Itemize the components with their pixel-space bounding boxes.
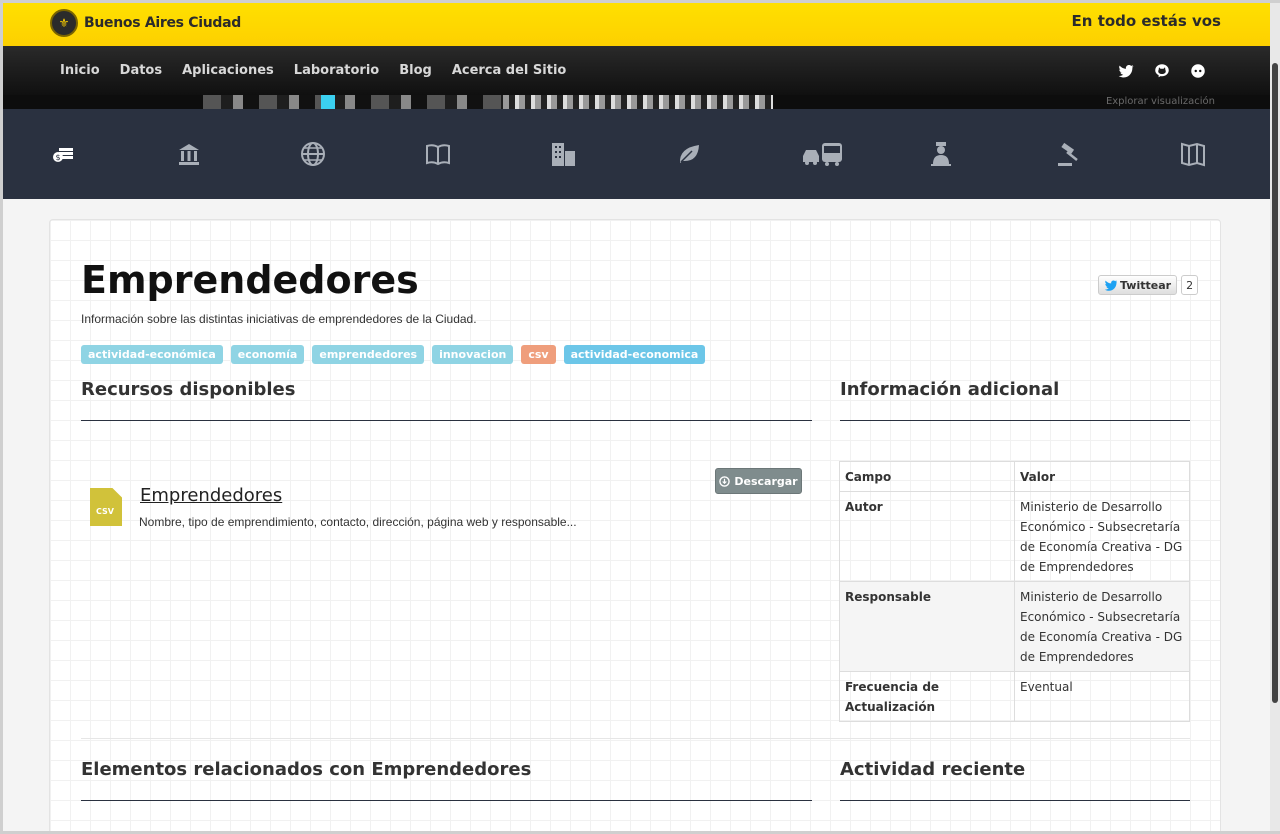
tweet-button[interactable]: Twittear — [1098, 275, 1178, 295]
visualization-banner[interactable]: Explorar visualización — [3, 95, 1270, 109]
tweet-widget: Twittear 2 — [1098, 275, 1199, 295]
nav-item-datos[interactable]: Datos — [110, 46, 172, 95]
nav-item-inicio[interactable]: Inicio — [50, 46, 110, 95]
chat-icon[interactable] — [1189, 62, 1207, 80]
top-header: ⚜ Buenos Aires Ciudad En todo estás vos — [3, 3, 1270, 46]
explore-link[interactable]: Explorar visualización — [1106, 95, 1215, 109]
additional-info-heading: Información adicional — [840, 379, 1060, 400]
field-name: Autor — [839, 491, 1015, 582]
section-separator — [81, 738, 1190, 739]
resource-description: Nombre, tipo de emprendimiento, contacto… — [139, 515, 577, 529]
city-seal-icon: ⚜ — [50, 9, 78, 37]
field-name: Frecuencia de Actualización — [839, 671, 1015, 722]
tweet-label: Twittear — [1120, 278, 1172, 292]
scrollbar-thumb[interactable] — [1272, 63, 1278, 703]
category-bar: $ — [3, 109, 1270, 199]
tag-item[interactable]: innovacion — [432, 345, 514, 364]
site-logo[interactable]: ⚜ Buenos Aires Ciudad — [50, 9, 241, 37]
health-icon[interactable] — [927, 140, 955, 168]
section-divider — [81, 420, 812, 421]
field-name: Responsable — [839, 581, 1015, 672]
nav-item-blog[interactable]: Blog — [389, 46, 442, 95]
download-label: Descargar — [734, 474, 798, 488]
table-row: Frecuencia de Actualización Eventual — [839, 671, 1190, 722]
justice-icon[interactable] — [1055, 140, 1083, 168]
additional-info-table: Campo Valor Autor Ministerio de Desarrol… — [839, 461, 1190, 722]
activity-heading: Actividad reciente — [840, 759, 1026, 780]
field-value: Ministerio de Desarrollo Económico - Sub… — [1014, 581, 1190, 672]
main-nav: Inicio Datos Aplicaciones Laboratorio Bl… — [3, 46, 1270, 95]
education-icon[interactable] — [424, 140, 452, 168]
tag-item[interactable]: emprendedores — [312, 345, 425, 364]
github-icon[interactable] — [1153, 62, 1171, 80]
environment-icon[interactable] — [675, 140, 703, 168]
table-header-row: Campo Valor — [839, 461, 1190, 492]
resources-heading: Recursos disponibles — [81, 379, 296, 400]
twitter-icon[interactable] — [1117, 62, 1135, 80]
nav-item-laboratorio[interactable]: Laboratorio — [284, 46, 389, 95]
transport-icon[interactable] — [801, 140, 845, 168]
tag-item[interactable]: actividad-economica — [563, 345, 706, 364]
economy-icon[interactable]: $ — [51, 140, 79, 168]
tag-item[interactable]: economía — [230, 345, 305, 364]
section-divider — [81, 800, 812, 801]
tag-list: actividad-económica economía emprendedor… — [81, 345, 706, 364]
field-value: Ministerio de Desarrollo Económico - Sub… — [1014, 491, 1190, 582]
tag-item[interactable]: actividad-económica — [81, 345, 223, 364]
table-row: Autor Ministerio de Desarrollo Económico… — [839, 491, 1190, 582]
field-value: Eventual — [1014, 671, 1190, 722]
slogan: En todo estás vos — [1071, 12, 1221, 30]
dataset-description: Información sobre las distintas iniciati… — [81, 312, 477, 326]
related-heading: Elementos relacionados con Emprendedores — [81, 759, 532, 780]
culture-icon[interactable] — [1179, 140, 1207, 168]
resource-name-link[interactable]: Emprendedores — [140, 485, 282, 506]
nav-item-aplicaciones[interactable]: Aplicaciones — [172, 46, 284, 95]
page-title: Emprendedores — [81, 258, 419, 302]
dataset-card: Emprendedores Información sobre las dist… — [49, 219, 1221, 831]
brand-name: Buenos Aires Ciudad — [84, 15, 241, 31]
section-divider — [840, 800, 1190, 801]
svg-text:$: $ — [56, 153, 61, 162]
government-icon[interactable] — [175, 140, 203, 168]
column-header: Campo — [839, 461, 1015, 492]
table-row: Responsable Ministerio de Desarrollo Eco… — [839, 581, 1190, 672]
csv-file-icon: CSV — [90, 488, 122, 526]
globe-icon[interactable] — [299, 140, 327, 168]
nav-item-acerca[interactable]: Acerca del Sitio — [442, 46, 577, 95]
tweet-count: 2 — [1181, 275, 1199, 295]
vertical-scrollbar[interactable] — [1270, 3, 1280, 831]
section-divider — [840, 420, 1190, 421]
column-header: Valor — [1014, 461, 1190, 492]
download-button[interactable]: Descargar — [715, 468, 802, 494]
browser-viewport: ⚜ Buenos Aires Ciudad En todo estás vos … — [3, 3, 1270, 831]
urbanism-icon[interactable] — [549, 140, 577, 168]
tag-item-format[interactable]: csv — [521, 345, 556, 364]
